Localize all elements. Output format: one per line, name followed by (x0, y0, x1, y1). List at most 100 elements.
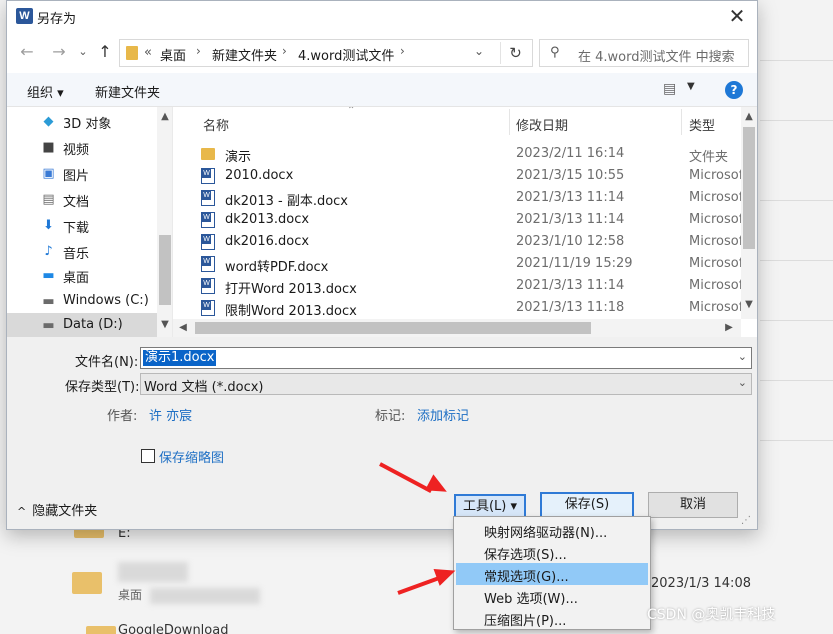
sidebar-item-3d-objects[interactable]: ◆ 3D 对象 (7, 109, 157, 135)
menu-item-map-network-drive[interactable]: 映射网络驱动器(N)... (456, 519, 648, 541)
menu-item-label: 常规选项(G)... (484, 570, 569, 585)
column-header-name[interactable]: 名称 (203, 115, 229, 134)
sidebar-item-downloads[interactable]: ⬇ 下载 (7, 213, 157, 239)
title-bar[interactable]: W 另存为 ✕ (7, 1, 757, 33)
file-type: Microsoft (689, 256, 749, 271)
menu-item-label: Web 选项(W)... (484, 592, 578, 607)
sidebar-item-data-d[interactable]: ▬ Data (D:) (7, 313, 157, 337)
table-row[interactable]: dk2016.docx 2023/1/10 12:58 Microsoft (173, 231, 748, 253)
download-icon: ⬇ (43, 218, 54, 233)
breadcrumb-current[interactable]: 4.word测试文件 (298, 45, 394, 64)
view-options-icon[interactable]: ▤ (663, 81, 676, 97)
breadcrumb-separator-icon[interactable]: › (282, 44, 287, 58)
dialog-title: 另存为 (37, 12, 77, 27)
refresh-icon[interactable]: ↻ (500, 42, 530, 64)
bg-divider (760, 260, 833, 261)
back-arrow-icon[interactable]: ← (17, 41, 37, 63)
close-button[interactable]: ✕ (725, 5, 749, 29)
save-options-panel: 文件名(N): 演示1.docx ⌄ 保存类型(T): Word 文档 (*.d… (7, 337, 757, 529)
scrollbar-thumb[interactable] (195, 322, 591, 334)
breadcrumb-separator-icon[interactable]: › (196, 44, 201, 58)
navigation-scrollbar[interactable]: ▲ ▼ (157, 107, 172, 337)
sidebar-item-desktop[interactable]: ▬ 桌面 (7, 263, 157, 289)
sidebar-item-documents[interactable]: ▤ 文档 (7, 187, 157, 213)
column-header-date[interactable]: 修改日期 (516, 115, 568, 134)
forward-arrow-icon[interactable]: → (49, 41, 69, 63)
filetype-select[interactable]: Word 文档 (*.docx) ⌄ (140, 373, 752, 395)
column-divider[interactable] (681, 109, 682, 135)
scrollbar-thumb[interactable] (159, 235, 171, 305)
sidebar-item-label: 3D 对象 (63, 117, 112, 132)
save-thumbnail-checkbox[interactable] (141, 449, 155, 463)
table-row[interactable]: word转PDF.docx 2021/11/19 15:29 Microsoft (173, 253, 748, 275)
scrollbar-thumb[interactable] (743, 127, 755, 249)
menu-item-compress-pictures[interactable]: 压缩图片(P)... (456, 607, 648, 629)
word-document-icon (201, 300, 215, 316)
hide-folders-toggle[interactable]: ^ 隐藏文件夹 (17, 500, 97, 519)
table-row[interactable]: 打开Word 2013.docx 2021/3/13 11:14 Microso… (173, 275, 748, 297)
save-as-dialog: W 另存为 ✕ ← → ⌄ ↑ « 桌面 › 新建文件夹 › 4.word测试文… (6, 0, 758, 530)
word-document-icon (201, 190, 215, 206)
table-row[interactable]: dk2013.docx 2021/3/13 11:14 Microsoft (173, 209, 748, 231)
sort-ascending-icon: ⌃ (347, 107, 356, 116)
word-document-icon (201, 278, 215, 294)
save-button[interactable]: 保存(S) (540, 492, 634, 518)
up-arrow-icon[interactable]: ↑ (95, 41, 115, 63)
menu-item-web-options[interactable]: Web 选项(W)... (456, 585, 648, 607)
table-row[interactable]: 限制Word 2013.docx 2021/3/13 11:18 Microso… (173, 297, 748, 319)
breadcrumb-new-folder[interactable]: 新建文件夹 (212, 45, 277, 64)
recent-locations-chevron-icon[interactable]: ⌄ (73, 41, 93, 63)
file-date: 2021/3/13 11:14 (516, 190, 625, 205)
file-type: Microsoft (689, 234, 749, 249)
scroll-up-icon[interactable]: ▲ (741, 111, 757, 122)
chevron-down-icon[interactable]: ⌄ (738, 376, 747, 389)
filename-label: 文件名(N): (75, 355, 139, 370)
sidebar-item-pictures[interactable]: ▣ 图片 (7, 161, 157, 187)
cancel-button[interactable]: 取消 (648, 492, 738, 518)
sidebar-item-music[interactable]: ♪ 音乐 (7, 239, 157, 265)
file-list-vertical-scrollbar[interactable]: ▲ ▼ (741, 107, 757, 319)
scroll-left-icon[interactable]: ◀ (175, 322, 191, 333)
save-thumbnail-label[interactable]: 保存缩略图 (159, 447, 224, 466)
table-row[interactable]: dk2013 - 副本.docx 2021/3/13 11:14 Microso… (173, 187, 748, 209)
help-icon[interactable]: ? (725, 81, 743, 99)
column-header-type[interactable]: 类型 (689, 115, 715, 134)
chevron-down-icon[interactable]: ⌄ (738, 350, 747, 363)
file-date: 2023/2/11 16:14 (516, 146, 625, 161)
column-divider[interactable] (509, 109, 510, 135)
filename-input[interactable]: 演示1.docx ⌄ (140, 347, 752, 369)
breadcrumb-overflow[interactable]: « (144, 45, 152, 60)
menu-item-save-options[interactable]: 保存选项(S)... (456, 541, 648, 563)
sidebar-item-label: 文档 (63, 195, 90, 210)
bg-folder-item[interactable]: GoogleDownload (118, 623, 228, 634)
bg-divider (760, 320, 833, 321)
breadcrumb-separator-icon[interactable]: › (400, 44, 405, 58)
list-header: ⌃ 名称 修改日期 类型 (173, 107, 741, 137)
scroll-down-icon[interactable]: ▼ (157, 319, 172, 330)
address-bar[interactable]: « 桌面 › 新建文件夹 › 4.word测试文件 › ⌄ ↻ (119, 39, 533, 67)
view-dropdown-chevron-icon[interactable]: ▼ (687, 81, 695, 92)
scroll-up-icon[interactable]: ▲ (157, 111, 172, 122)
scroll-right-icon[interactable]: ▶ (721, 322, 737, 333)
breadcrumb-desktop[interactable]: 桌面 (160, 45, 186, 64)
table-row[interactable]: 2010.docx 2021/3/15 10:55 Microsoft (173, 165, 748, 187)
organize-menu-button[interactable]: 组织 ▾ (27, 82, 64, 101)
new-folder-button[interactable]: 新建文件夹 (95, 82, 160, 101)
filetype-value: Word 文档 (*.docx) (144, 380, 264, 395)
file-name: dk2013.docx (225, 212, 310, 227)
tags-field[interactable]: 添加标记 (417, 405, 469, 424)
menu-item-general-options[interactable]: 常规选项(G)... (456, 563, 648, 585)
search-box[interactable]: ⚲ 在 4.word测试文件 中搜索 (539, 39, 749, 67)
sidebar-item-windows-c[interactable]: ▬ Windows (C:) (7, 289, 157, 315)
file-list-horizontal-scrollbar[interactable]: ◀ ▶ (173, 319, 741, 337)
menu-item-label: 保存选项(S)... (484, 548, 567, 563)
table-row[interactable]: 演示 2023/2/11 16:14 文件夹 (173, 143, 741, 165)
scroll-down-icon[interactable]: ▼ (741, 299, 757, 310)
sidebar-item-videos[interactable]: ■ 视频 (7, 135, 157, 161)
resize-grip-icon[interactable]: ⋰ (741, 515, 751, 526)
file-type: Microsoft (689, 212, 749, 227)
file-date: 2021/3/13 11:14 (516, 278, 625, 293)
address-history-chevron-icon[interactable]: ⌄ (474, 44, 484, 58)
author-field[interactable]: 许 亦宸 (149, 405, 192, 424)
tools-menu-button[interactable]: 工具(L) ▾ (454, 494, 526, 518)
